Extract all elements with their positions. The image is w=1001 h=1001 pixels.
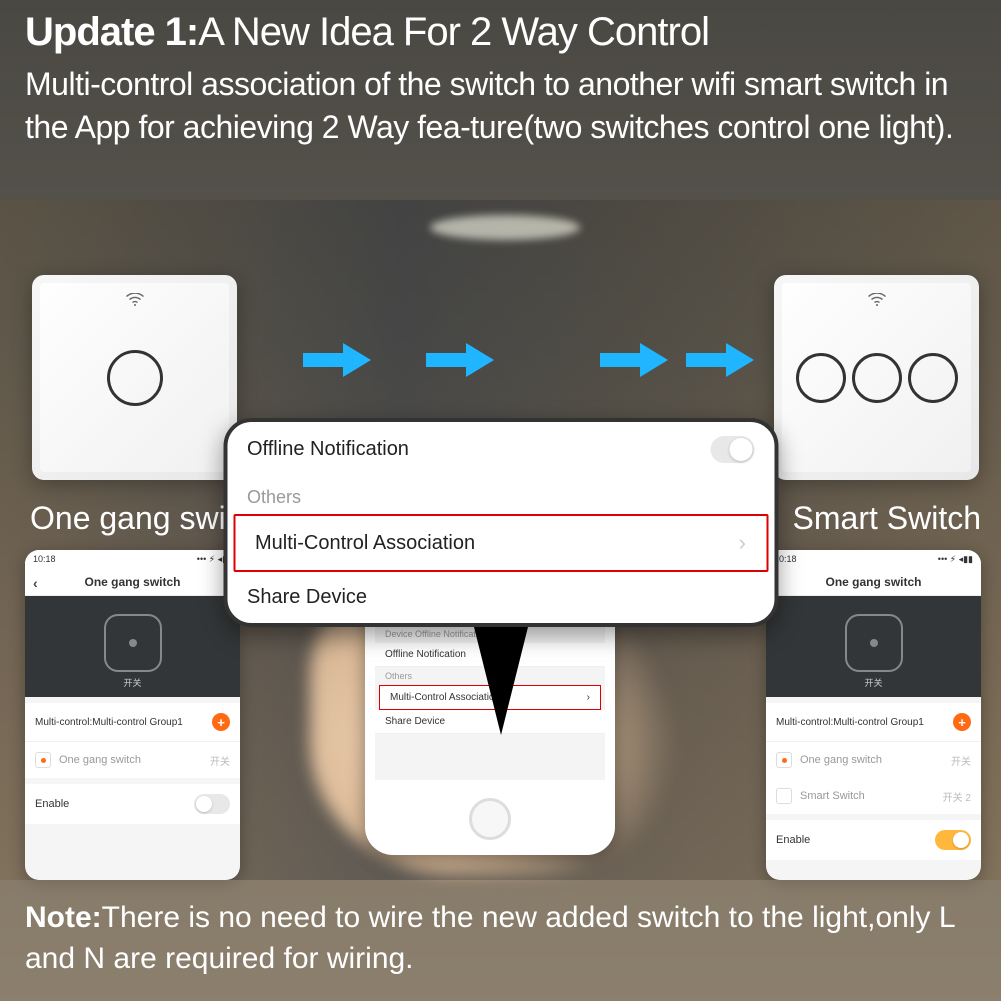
device-mini-icon — [776, 788, 792, 804]
wall-switch-smart — [774, 275, 979, 480]
add-icon[interactable]: + — [953, 713, 971, 731]
header-block: Update 1:A New Idea For 2 Way Control Mu… — [25, 10, 976, 149]
device-tile[interactable] — [845, 614, 903, 672]
app-header: ‹ One gang switch — [766, 569, 981, 596]
status-bar: 10:18••• ⚡︎ ◂▮▮ — [766, 550, 981, 569]
app-header: ‹ One gang switch — [25, 569, 240, 596]
device-mini-icon — [35, 752, 51, 768]
enable-row[interactable]: Enable — [766, 820, 981, 860]
title-text: A New Idea For 2 Way Control — [198, 10, 709, 54]
app-header-title: One gang switch — [84, 575, 180, 589]
home-button-icon — [469, 798, 511, 840]
multicontrol-group-row[interactable]: Multi-control:Multi-control Group1 + — [25, 703, 240, 742]
ceiling-light — [430, 215, 580, 240]
page-title: Update 1:A New Idea For 2 Way Control — [25, 10, 976, 55]
wall-switch-one-gang — [32, 275, 237, 480]
toggle-off-icon[interactable] — [710, 436, 754, 463]
phone-screenshot-right: 10:18••• ⚡︎ ◂▮▮ ‹ One gang switch 开关 Mul… — [766, 550, 981, 880]
switch-button-circle — [852, 353, 902, 403]
add-icon[interactable]: + — [212, 713, 230, 731]
toggle-on-icon[interactable] — [935, 830, 971, 850]
popup-others-label: Others — [227, 477, 774, 514]
device-tile-area: 开关 — [25, 596, 240, 697]
popup-multicontrol-label: Multi-Control Association — [255, 532, 475, 555]
toggle-off-icon[interactable] — [194, 794, 230, 814]
popup-offline-row[interactable]: Offline Notification — [227, 422, 774, 477]
page-description: Multi-control association of the switch … — [25, 63, 976, 149]
enable-label: Enable — [35, 798, 69, 810]
group-label: Multi-control:Multi-control Group1 — [35, 717, 183, 728]
list-item[interactable]: One gang switch 开关 — [766, 742, 981, 778]
chevron-right-icon: › — [587, 692, 590, 703]
phone-screenshot-left: 10:18••• ⚡︎ ◂▮▮ ‹ One gang switch 开关 Mul… — [25, 550, 240, 880]
switch-button-circle — [796, 353, 846, 403]
status-time: 10:18 — [33, 554, 56, 565]
arrow-right-icon — [303, 330, 373, 399]
app-header-title: One gang switch — [825, 575, 921, 589]
group-label: Multi-control:Multi-control Group1 — [776, 717, 924, 728]
popup-share-label: Share Device — [247, 586, 367, 609]
callout-pointer-icon — [471, 615, 531, 735]
arrow-right-icon — [600, 330, 670, 399]
switch-button-circle — [908, 353, 958, 403]
chevron-right-icon: › — [739, 530, 746, 556]
item-name: Smart Switch — [800, 790, 865, 802]
footer-note: Note:There is no need to wire the new ad… — [0, 880, 1001, 1001]
dot-icon — [129, 639, 137, 647]
switch-label-right: Smart Switch — [793, 500, 981, 537]
popup-share-row[interactable]: Share Device — [227, 572, 774, 623]
list-item[interactable]: Smart Switch 开关 2 — [766, 778, 981, 814]
status-bar: 10:18••• ⚡︎ ◂▮▮ — [25, 550, 240, 569]
share-device-label: Share Device — [385, 716, 445, 727]
device-tile[interactable] — [104, 614, 162, 672]
arrow-right-icon — [426, 330, 496, 399]
multicontrol-group-row[interactable]: Multi-control:Multi-control Group1 + — [766, 703, 981, 742]
arrow-right-icon — [686, 330, 756, 399]
device-tile-area: 开关 — [766, 596, 981, 697]
popup-offline-label: Offline Notification — [247, 438, 409, 461]
device-mini-icon — [776, 752, 792, 768]
back-icon[interactable]: ‹ — [33, 575, 38, 591]
list-item[interactable]: One gang switch 开关 — [25, 742, 240, 778]
dot-icon — [870, 639, 878, 647]
enable-label: Enable — [776, 834, 810, 846]
status-icons: ••• ⚡︎ ◂▮▮ — [938, 554, 973, 565]
offline-label: Offline Notification — [385, 649, 466, 660]
item-suffix: 开关 2 — [943, 789, 971, 804]
device-tile-label: 开关 — [766, 676, 981, 689]
popup-multicontrol-row[interactable]: Multi-Control Association › — [233, 514, 768, 572]
title-prefix: Update 1: — [25, 10, 198, 54]
footer-text: There is no need to wire the new added s… — [25, 901, 954, 975]
wifi-icon — [868, 293, 886, 310]
footer-prefix: Note: — [25, 901, 102, 934]
device-tile-label: 开关 — [25, 676, 240, 689]
enable-row[interactable]: Enable — [25, 784, 240, 824]
item-name: One gang switch — [59, 754, 141, 766]
wifi-icon — [126, 293, 144, 310]
settings-popup: Offline Notification Others Multi-Contro… — [223, 418, 778, 627]
item-name: One gang switch — [800, 754, 882, 766]
item-suffix: 开关 — [951, 753, 971, 768]
item-suffix: 开关 — [210, 753, 230, 768]
switch-button-circle — [107, 350, 163, 406]
